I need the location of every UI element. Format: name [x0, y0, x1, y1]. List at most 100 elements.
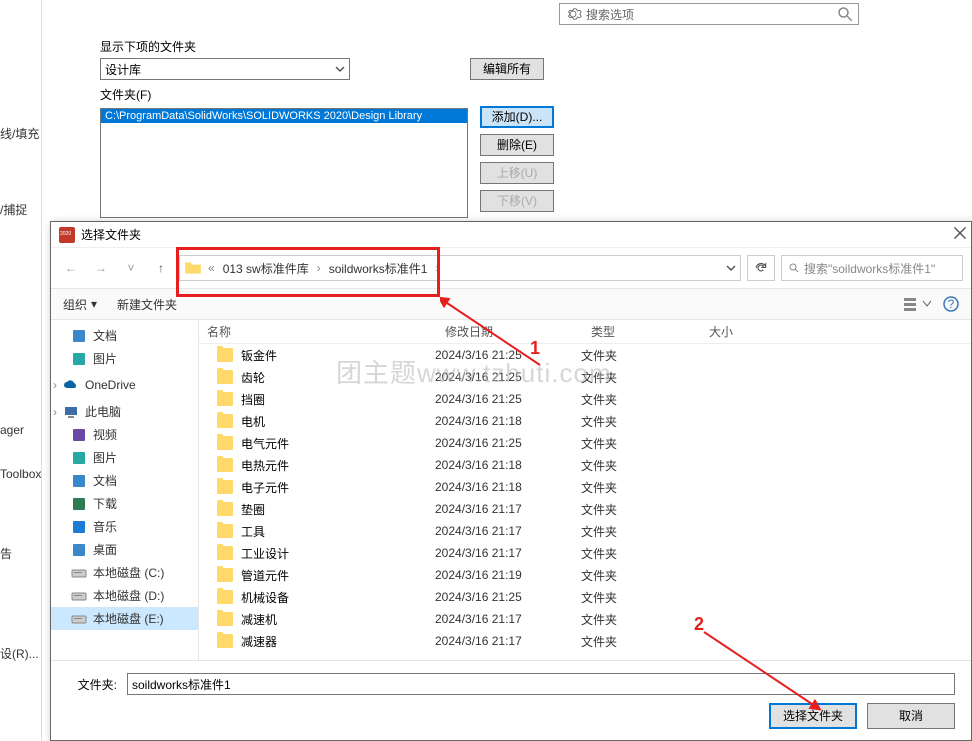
folder-name-label: 文件夹:: [67, 676, 117, 693]
folder-icon: [217, 348, 233, 362]
folder-icon: [217, 634, 233, 648]
folder-icon: [217, 414, 233, 428]
new-folder-button[interactable]: 新建文件夹: [117, 296, 177, 313]
file-list-header[interactable]: 名称 修改日期 类型 大小: [199, 320, 971, 344]
breadcrumb[interactable]: « 013 sw标准件库 › soildworks标准件1 ›: [179, 255, 741, 281]
refresh-button[interactable]: [747, 255, 775, 281]
options-search[interactable]: 搜索选项: [559, 3, 859, 25]
app-icon: [59, 227, 75, 243]
folder-path-item[interactable]: C:\ProgramData\SolidWorks\SOLIDWORKS 202…: [101, 109, 467, 123]
dialog-search[interactable]: 搜索"soildworks标准件1": [781, 255, 963, 281]
folder-icon: [217, 480, 233, 494]
folders-label: 文件夹(F): [100, 86, 776, 103]
select-folder-button[interactable]: 选择文件夹: [769, 703, 857, 729]
tree-item[interactable]: 下载: [51, 492, 198, 515]
refresh-icon: [754, 261, 768, 275]
annotation-number: 1: [530, 338, 540, 359]
move-down-button[interactable]: 下移(V): [480, 190, 554, 212]
file-row[interactable]: 齿轮2024/3/16 21:25文件夹: [199, 366, 971, 388]
left-label: /捕捉: [0, 201, 27, 218]
nav-up[interactable]: ↑: [149, 256, 173, 280]
tree-item[interactable]: 文档: [51, 324, 198, 347]
folder-icon: [217, 546, 233, 560]
library-combo[interactable]: 设计库: [100, 58, 350, 80]
file-row[interactable]: 工业设计2024/3/16 21:17文件夹: [199, 542, 971, 564]
delete-button[interactable]: 删除(E): [480, 134, 554, 156]
folder-icon: [217, 436, 233, 450]
file-row[interactable]: 挡圈2024/3/16 21:25文件夹: [199, 388, 971, 410]
search-placeholder: 搜索选项: [586, 6, 832, 23]
file-list[interactable]: 钣金件2024/3/16 21:25文件夹齿轮2024/3/16 21:25文件…: [199, 344, 971, 652]
left-label: Toolbox: [0, 467, 41, 481]
folder-icon: [217, 590, 233, 604]
search-icon: [788, 262, 800, 274]
file-row[interactable]: 工具2024/3/16 21:17文件夹: [199, 520, 971, 542]
left-label: 设(R)...: [0, 645, 39, 662]
display-folders-label: 显示下项的文件夹: [100, 38, 776, 55]
left-label: ager: [0, 423, 24, 437]
svg-text:?: ?: [948, 297, 955, 311]
col-name[interactable]: 名称: [199, 323, 437, 340]
nav-forward[interactable]: →: [89, 256, 113, 280]
file-row[interactable]: 垫圈2024/3/16 21:17文件夹: [199, 498, 971, 520]
folder-icon: [217, 612, 233, 626]
file-row[interactable]: 电热元件2024/3/16 21:18文件夹: [199, 454, 971, 476]
view-options-icon[interactable]: [903, 296, 933, 312]
tree-item[interactable]: 桌面: [51, 538, 198, 561]
folder-icon: [217, 370, 233, 384]
gear-icon: [564, 5, 582, 23]
tree-item[interactable]: 本地磁盘 (C:): [51, 561, 198, 584]
file-row[interactable]: 减速器2024/3/16 21:17文件夹: [199, 630, 971, 652]
left-label: 线/填充: [0, 125, 39, 142]
folder-icon: [217, 524, 233, 538]
tree-item[interactable]: 图片: [51, 347, 198, 370]
folder-icon: [217, 568, 233, 582]
col-date[interactable]: 修改日期: [437, 323, 583, 340]
search-icon: [836, 5, 854, 23]
file-row[interactable]: 减速机2024/3/16 21:17文件夹: [199, 608, 971, 630]
file-row[interactable]: 电子元件2024/3/16 21:18文件夹: [199, 476, 971, 498]
cancel-button[interactable]: 取消: [867, 703, 955, 729]
folder-icon: [217, 392, 233, 406]
move-up-button[interactable]: 上移(U): [480, 162, 554, 184]
file-row[interactable]: 钣金件2024/3/16 21:25文件夹: [199, 344, 971, 366]
tree-item[interactable]: 音乐: [51, 515, 198, 538]
left-label: 告: [0, 545, 12, 562]
nav-back[interactable]: ←: [59, 256, 83, 280]
organize-menu[interactable]: 组织▾: [63, 296, 97, 313]
folder-icon: [217, 502, 233, 516]
annotation-number: 2: [694, 614, 704, 635]
file-row[interactable]: 机械设备2024/3/16 21:25文件夹: [199, 586, 971, 608]
dialog-title: 选择文件夹: [81, 226, 141, 243]
chevron-down-icon[interactable]: [726, 263, 736, 273]
close-icon[interactable]: [953, 226, 967, 240]
tree-item[interactable]: 文档: [51, 469, 198, 492]
file-row[interactable]: 电机2024/3/16 21:18文件夹: [199, 410, 971, 432]
chevron-down-icon: ▾: [91, 297, 97, 311]
col-type[interactable]: 类型: [583, 323, 701, 340]
tree-item[interactable]: 本地磁盘 (D:): [51, 584, 198, 607]
chevron-right-icon: ›: [53, 378, 63, 392]
nav-tree[interactable]: 文档图片›OneDrive›此电脑视频图片文档下载音乐桌面本地磁盘 (C:)本地…: [51, 320, 199, 676]
file-row[interactable]: 管道元件2024/3/16 21:19文件夹: [199, 564, 971, 586]
chevron-down-icon[interactable]: ˅: [119, 256, 143, 280]
folder-dialog: 选择文件夹 ← → ˅ ↑ « 013 sw标准件库 › soildworks标…: [50, 221, 972, 741]
tree-item[interactable]: 视频: [51, 423, 198, 446]
tree-item[interactable]: ›OneDrive: [51, 374, 198, 396]
col-size[interactable]: 大小: [701, 323, 791, 340]
chevron-right-icon: ›: [53, 405, 63, 419]
folder-icon: [184, 259, 202, 277]
chevron-down-icon: [335, 64, 345, 74]
folder-paths-list[interactable]: C:\ProgramData\SolidWorks\SOLIDWORKS 202…: [100, 108, 468, 218]
folder-name-input[interactable]: [127, 673, 955, 695]
add-button[interactable]: 添加(D)...: [480, 106, 554, 128]
breadcrumb-item[interactable]: soildworks标准件1: [323, 260, 434, 277]
folder-icon: [217, 458, 233, 472]
help-icon[interactable]: ?: [943, 296, 959, 312]
tree-item[interactable]: ›此电脑: [51, 400, 198, 423]
edit-all-button[interactable]: 编辑所有: [470, 58, 544, 80]
file-row[interactable]: 电气元件2024/3/16 21:25文件夹: [199, 432, 971, 454]
breadcrumb-item[interactable]: 013 sw标准件库: [217, 260, 315, 277]
tree-item[interactable]: 图片: [51, 446, 198, 469]
tree-item[interactable]: 本地磁盘 (E:): [51, 607, 198, 630]
